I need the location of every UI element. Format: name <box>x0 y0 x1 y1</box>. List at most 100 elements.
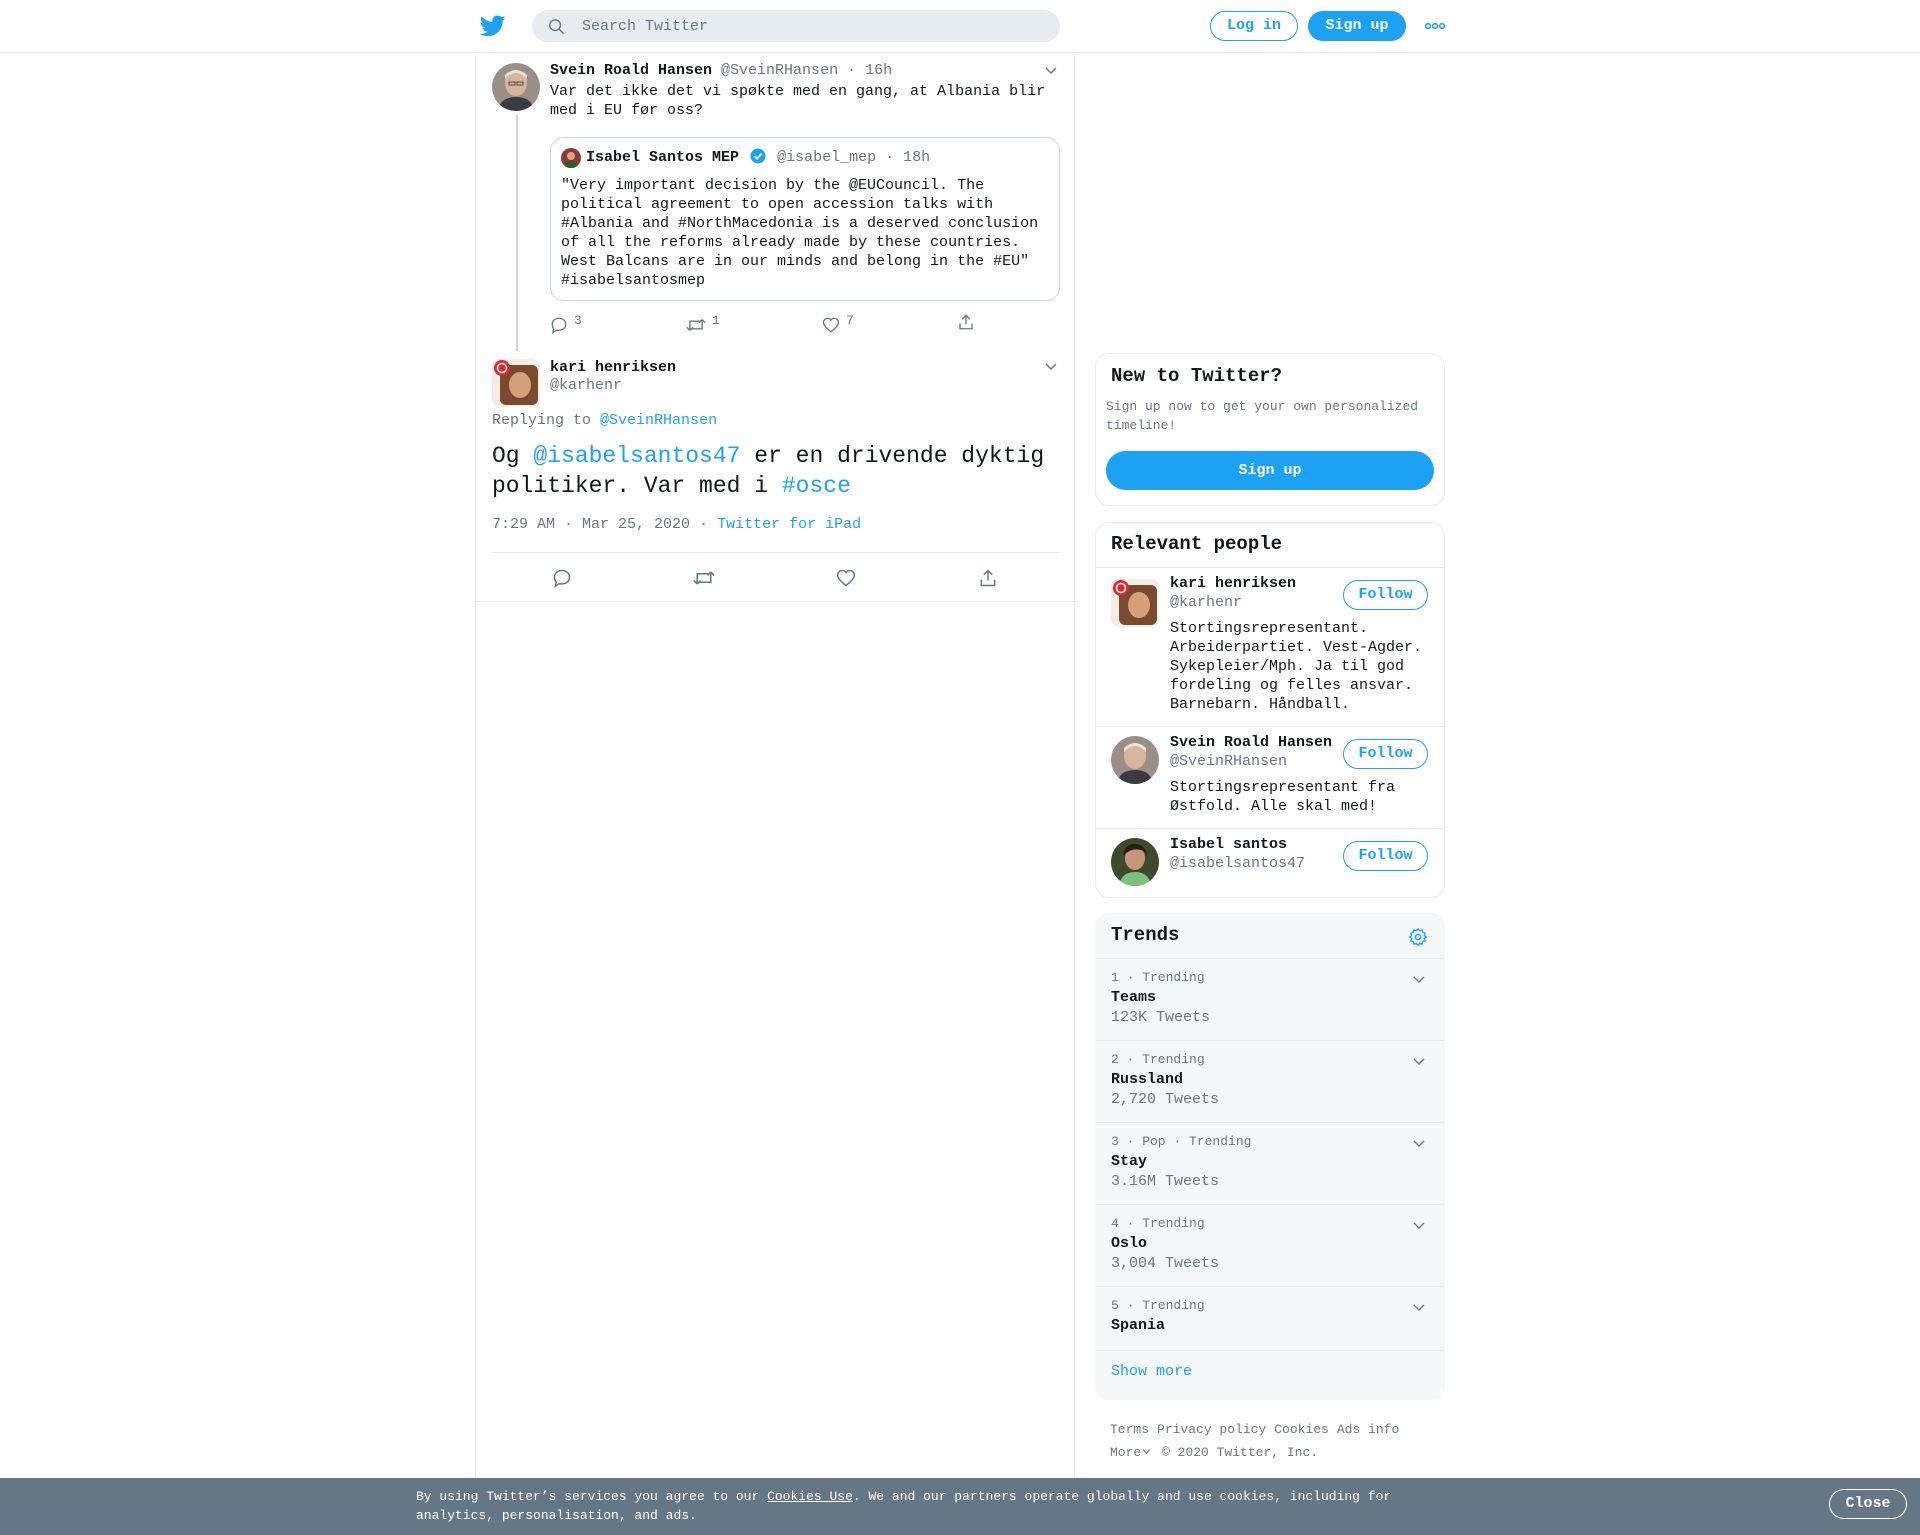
avatar[interactable] <box>1111 736 1159 784</box>
chevron-down-icon[interactable] <box>1412 1300 1426 1314</box>
signup-button[interactable]: Sign up <box>1308 11 1406 41</box>
ads-info-link[interactable]: Ads info <box>1337 1422 1399 1437</box>
trend-name[interactable]: Russland <box>1111 1071 1183 1088</box>
new-to-twitter-card: New to Twitter? Sign up now to get your … <box>1095 353 1445 506</box>
avatar[interactable] <box>1111 579 1159 627</box>
person-handle[interactable]: @karhenr <box>1170 594 1242 611</box>
quoted-author-handle: @isabel_mep <box>777 149 877 166</box>
chevron-down-icon[interactable] <box>1044 359 1058 373</box>
share-icon <box>980 569 996 587</box>
trend-meta: 3 · Pop · Trending <box>1111 1134 1252 1149</box>
cookie-consent-bar: By using Twitter’s services you agree to… <box>0 1478 1920 1535</box>
more-menu[interactable]: More <box>1110 1445 1152 1460</box>
avatar[interactable] <box>492 359 540 407</box>
search-icon <box>549 19 565 35</box>
divider <box>1096 1350 1444 1351</box>
like-action[interactable] <box>836 568 856 588</box>
card-title: Relevant people <box>1111 533 1283 555</box>
author-name[interactable]: Svein Roald Hansen <box>550 62 712 79</box>
divider <box>1096 1040 1444 1041</box>
hashtag-link[interactable]: #osce <box>782 473 851 499</box>
card-title: Trends <box>1111 924 1180 946</box>
chevron-down-icon[interactable] <box>1412 1218 1426 1232</box>
replying-to-link[interactable]: @SveinRHansen <box>600 412 717 429</box>
divider <box>1096 726 1444 727</box>
chevron-down-icon[interactable] <box>1412 1054 1426 1068</box>
quoted-tweet-time: 18h <box>903 149 931 166</box>
person-name[interactable]: Svein Roald Hansen <box>1170 734 1332 751</box>
tweet-text: Og @isabelsantos47 er en drivende dyktig… <box>492 441 1062 501</box>
author-name[interactable]: kari henriksen <box>550 359 676 376</box>
login-button[interactable]: Log in <box>1210 11 1298 41</box>
trend-name[interactable]: Teams <box>1111 989 1156 1006</box>
cookies-use-link[interactable]: Cookies Use <box>767 1489 853 1504</box>
close-button[interactable]: Close <box>1829 1489 1907 1519</box>
follow-button[interactable]: Follow <box>1343 580 1428 610</box>
divider <box>1096 1286 1444 1287</box>
trend-count: 3.16M Tweets <box>1111 1173 1220 1190</box>
quoted-author-name: Isabel Santos MEP <box>586 149 740 166</box>
tweet-timestamp[interactable]: 7:29 AM · Mar 25, 2020 <box>492 516 690 533</box>
tweet-time[interactable]: 16h <box>865 62 892 79</box>
trend-name[interactable]: Spania <box>1111 1317 1165 1334</box>
chevron-down-icon[interactable] <box>1412 972 1426 986</box>
person-name[interactable]: Isabel santos <box>1170 836 1287 853</box>
follow-button[interactable]: Follow <box>1343 739 1428 769</box>
show-more-link[interactable]: Show more <box>1111 1363 1192 1380</box>
heart-icon <box>836 569 856 587</box>
relevant-people-card: Relevant people kari henriksen @karhenr … <box>1095 522 1445 898</box>
footer-links: Terms Privacy policy Cookies Ads info More … <box>1110 1418 1430 1464</box>
follow-button[interactable]: Follow <box>1343 841 1428 871</box>
cookie-consent-text: By using Twitter’s services you agree to… <box>416 1487 1416 1525</box>
person-name[interactable]: kari henriksen <box>1170 575 1296 592</box>
share-action[interactable] <box>978 568 998 588</box>
separator-dot: · <box>847 62 857 79</box>
share-icon <box>959 314 973 330</box>
like-action[interactable]: 7 <box>822 313 854 334</box>
copyright: © 2020 Twitter, Inc. <box>1162 1445 1319 1460</box>
cookies-link[interactable]: Cookies <box>1274 1422 1329 1437</box>
trend-meta: 1 · Trending <box>1111 970 1205 985</box>
twitter-logo-icon[interactable] <box>480 13 506 39</box>
author-handle[interactable]: @karhenr <box>550 377 622 394</box>
person-handle[interactable]: @isabelsantos47 <box>1170 855 1305 872</box>
tweet-text: Var det ikke det vi spøkte med en gang, … <box>550 83 1046 119</box>
trend-name[interactable]: Oslo <box>1111 1235 1147 1252</box>
chevron-down-icon[interactable] <box>1412 1136 1426 1150</box>
verified-badge-icon <box>750 148 766 164</box>
retweet-action[interactable]: 1 <box>686 313 720 334</box>
more-options-icon[interactable] <box>1425 20 1445 32</box>
trend-count: 2,720 Tweets <box>1111 1091 1220 1108</box>
reply-action[interactable] <box>552 568 572 589</box>
divider <box>1096 958 1444 959</box>
retweet-icon <box>693 571 715 585</box>
trend-meta: 4 · Trending <box>1111 1216 1205 1231</box>
tweet-text-part: Og <box>492 443 534 469</box>
trend-name[interactable]: Stay <box>1111 1153 1147 1170</box>
share-action[interactable] <box>957 313 975 331</box>
retweet-action[interactable] <box>693 568 715 588</box>
more-link[interactable]: More <box>1110 1445 1141 1460</box>
settings-gear-icon[interactable] <box>1408 927 1428 947</box>
tweet-source-link[interactable]: Twitter for iPad <box>717 516 861 533</box>
reply-action[interactable]: 3 <box>550 313 582 334</box>
signup-button[interactable]: Sign up <box>1106 451 1434 490</box>
terms-link[interactable]: Terms <box>1110 1422 1149 1437</box>
search-bar[interactable] <box>532 10 1060 42</box>
privacy-policy-link[interactable]: Privacy policy <box>1157 1422 1266 1437</box>
chevron-down-icon[interactable] <box>1044 63 1058 77</box>
reply-icon <box>553 569 571 589</box>
author-handle[interactable]: @SveinRHansen <box>721 62 838 79</box>
trend-count: 123K Tweets <box>1111 1009 1211 1026</box>
avatar[interactable] <box>492 63 540 111</box>
cookie-text-part: By using Twitter’s services you agree to… <box>416 1489 768 1504</box>
chevron-down-icon <box>1143 1449 1151 1455</box>
mention-link[interactable]: @isabelsantos47 <box>533 443 740 469</box>
conversation-column: Svein Roald Hansen @SveinRHansen · 16h V… <box>475 53 1076 1478</box>
avatar <box>561 148 581 168</box>
avatar[interactable] <box>1111 838 1159 886</box>
search-input[interactable] <box>582 10 1042 42</box>
quoted-tweet[interactable]: Isabel Santos MEP @isabel_mep · 18h "Ver… <box>550 137 1060 301</box>
trend-meta: 2 · Trending <box>1111 1052 1205 1067</box>
person-handle[interactable]: @SveinRHansen <box>1170 753 1287 770</box>
